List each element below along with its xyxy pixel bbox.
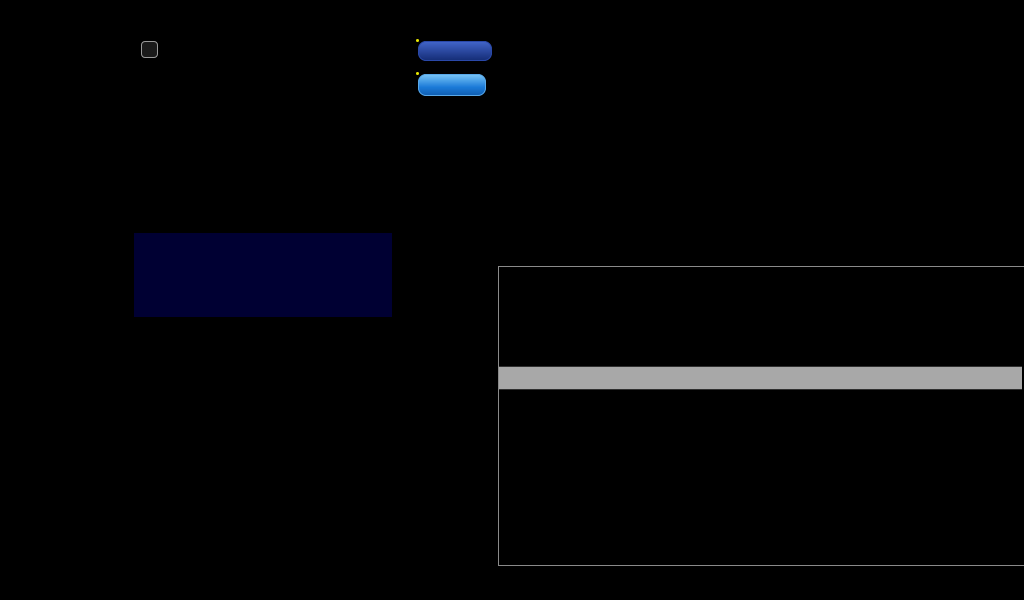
af-waterfall-display[interactable] [499, 267, 1022, 366]
af-spectrum-db-labels [499, 388, 559, 563]
extio-button[interactable] [418, 74, 486, 96]
phase-indicator [402, 222, 498, 334]
dsp-panel [134, 233, 392, 317]
extio-led [416, 72, 419, 75]
freqmgr-button[interactable] [418, 41, 492, 61]
freqmgr-led [416, 39, 419, 42]
af-spectrum-display[interactable] [499, 388, 1022, 563]
hdsdr-window [0, 0, 1024, 600]
af-frequency-scale[interactable] [499, 366, 1022, 390]
s-meter [2, 5, 128, 155]
lo-auto-badge[interactable] [141, 41, 158, 58]
lo-frequency-row [137, 41, 165, 58]
